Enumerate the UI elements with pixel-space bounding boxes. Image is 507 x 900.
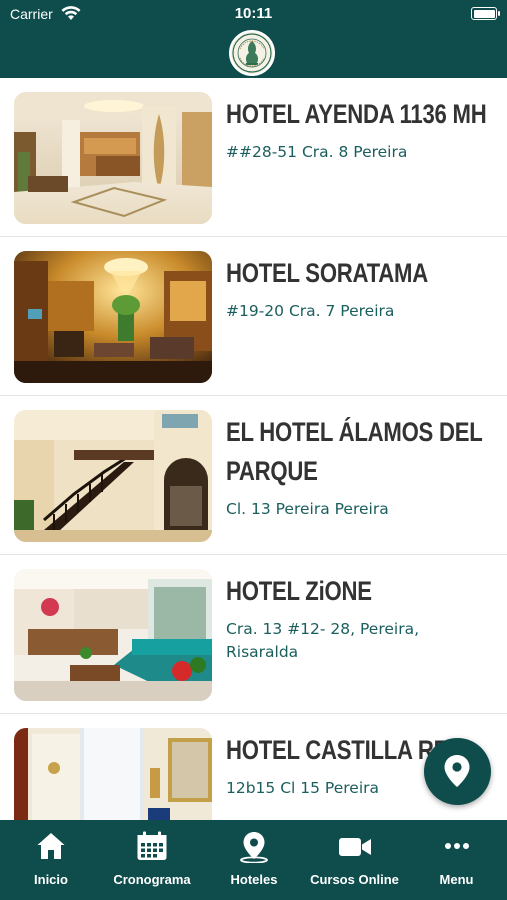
hotel-address: Cl. 13 Pereira Pereira xyxy=(226,500,389,518)
location-pin-icon xyxy=(240,832,268,863)
hotel-list-item[interactable]: HOTEL AYENDA 1136 MH ##28-51 Cra. 8 Pere… xyxy=(0,78,507,237)
clock-time: 10:11 xyxy=(234,5,273,22)
app-screen: Carrier 10:11 HOTEL AYENDA 1136 MH ##28-… xyxy=(0,0,507,900)
hotel-list-item[interactable]: HOTEL SORATAMA #19-20 Cra. 7 Pereira xyxy=(0,237,507,396)
bottom-tab-bar: Inicio Cronograma Hoteles Cursos Online … xyxy=(0,820,507,900)
hotel-address: #19-20 Cra. 7 Pereira xyxy=(226,302,395,320)
tab-label: Menu xyxy=(439,872,474,887)
hotel-list-item[interactable]: EL HOTEL ÁLAMOS DEL PARQUE Cl. 13 Pereir… xyxy=(0,396,507,555)
map-pin-icon xyxy=(444,755,470,787)
hotel-list-item[interactable]: HOTEL ZiONE Cra. 13 #12- 28, Pereira, Ri… xyxy=(0,555,507,714)
tab-cronograma[interactable]: Cronograma xyxy=(103,820,201,900)
video-camera-icon xyxy=(338,838,371,856)
hotel-photo xyxy=(14,728,212,820)
more-dots-icon xyxy=(444,843,469,849)
top-header: Carrier 10:11 xyxy=(0,0,507,78)
tab-label: Cursos Online xyxy=(310,872,399,887)
calendar-icon xyxy=(137,831,167,860)
home-icon xyxy=(37,833,65,859)
hotel-photo xyxy=(14,92,212,224)
hotel-address: Cra. 13 #12- 28, Pereira, Risaralda xyxy=(226,620,420,661)
tab-inicio[interactable]: Inicio xyxy=(2,820,100,900)
tab-hoteles[interactable]: Hoteles xyxy=(205,820,303,900)
hotel-address: ##28-51 Cra. 8 Pereira xyxy=(226,143,408,161)
tab-menu[interactable]: Menu xyxy=(408,820,505,900)
hotel-list[interactable]: HOTEL AYENDA 1136 MH ##28-51 Cra. 8 Pere… xyxy=(0,78,507,820)
hotel-photo xyxy=(14,569,212,701)
status-bar: Carrier 10:11 xyxy=(0,0,507,28)
tab-cursos-online[interactable]: Cursos Online xyxy=(304,820,405,900)
hotel-photo xyxy=(14,251,212,383)
tab-label: Inicio xyxy=(34,872,68,887)
hotel-name: HOTEL ZiONE xyxy=(226,576,372,606)
hotel-name: HOTEL AYENDA 1136 MH xyxy=(226,99,487,129)
battery-icon xyxy=(471,7,500,20)
tab-label: Cronograma xyxy=(113,872,191,887)
association-seal-logo[interactable] xyxy=(229,30,275,76)
hotel-name: EL HOTEL ÁLAMOS DEL PARQUE xyxy=(226,417,483,486)
map-view-button[interactable] xyxy=(424,738,491,805)
hotel-name: HOTEL SORATAMA xyxy=(226,258,428,288)
tab-label: Hoteles xyxy=(230,872,278,887)
hotel-photo xyxy=(14,410,212,542)
